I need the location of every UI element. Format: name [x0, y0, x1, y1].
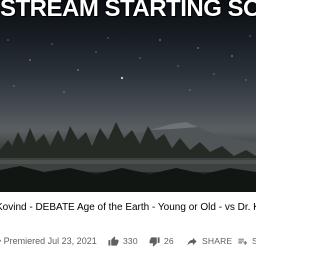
share-button[interactable]: SHARE	[186, 232, 232, 250]
playlist-add-icon	[238, 238, 248, 245]
like-count: 330	[123, 236, 138, 246]
share-label: SHARE	[202, 236, 233, 246]
video-meta-row: • Premiered Jul 23, 2021 330 26 SHARE S	[0, 232, 256, 250]
thumbs-down-icon	[149, 236, 160, 247]
video-title: Kovind - DEBATE Age of the Earth - Young…	[0, 202, 256, 213]
dislike-button[interactable]: 26	[149, 232, 174, 250]
video-player[interactable]: STREAM STARTING SOON...	[0, 0, 256, 192]
save-label: S	[252, 236, 256, 246]
video-page: STREAM STARTING SOON... Kovind - DEBATE …	[0, 0, 256, 256]
thumbs-up-icon	[108, 235, 119, 246]
stream-starting-overlay-text: STREAM STARTING SOON...	[0, 0, 256, 22]
save-button[interactable]: S	[237, 232, 256, 250]
dislike-count: 26	[164, 236, 174, 246]
share-arrow-icon	[187, 237, 197, 246]
premiere-date: • Premiered Jul 23, 2021	[0, 236, 97, 246]
like-button[interactable]: 330	[108, 232, 138, 250]
night-sky-landscape-image	[0, 35, 256, 192]
